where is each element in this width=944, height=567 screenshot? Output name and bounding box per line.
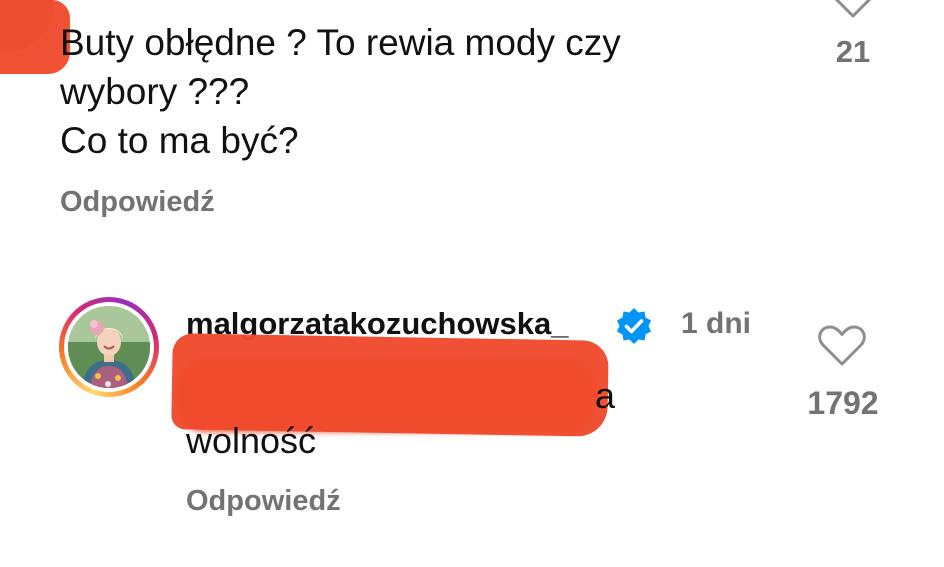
comment-text: wolność: [186, 420, 317, 461]
comment-timestamp: 1 dni: [681, 307, 752, 340]
heart-icon[interactable]: [817, 324, 867, 368]
avatar-border: [64, 302, 154, 392]
story-ring-avatar[interactable]: [59, 297, 159, 397]
like-count: 1792: [807, 385, 879, 421]
comment-line: Buty obłędne ? To rewia mody czy: [60, 22, 621, 63]
heart-icon[interactable]: [830, 0, 876, 20]
avatar-photo-icon: [68, 306, 150, 388]
mention-tail-text: a: [595, 375, 616, 416]
like-count: 21: [835, 34, 871, 69]
avatar: [68, 306, 150, 388]
comment-line: Co to ma być?: [60, 120, 299, 161]
verified-badge-icon: [617, 308, 651, 344]
comment-line: wybory ???: [60, 71, 250, 112]
reply-button[interactable]: Odpowiedź: [186, 485, 341, 518]
comment-text: Buty obłędne ? To rewia mody czy wybory …: [60, 18, 780, 165]
reply-button[interactable]: Odpowiedź: [60, 186, 215, 219]
